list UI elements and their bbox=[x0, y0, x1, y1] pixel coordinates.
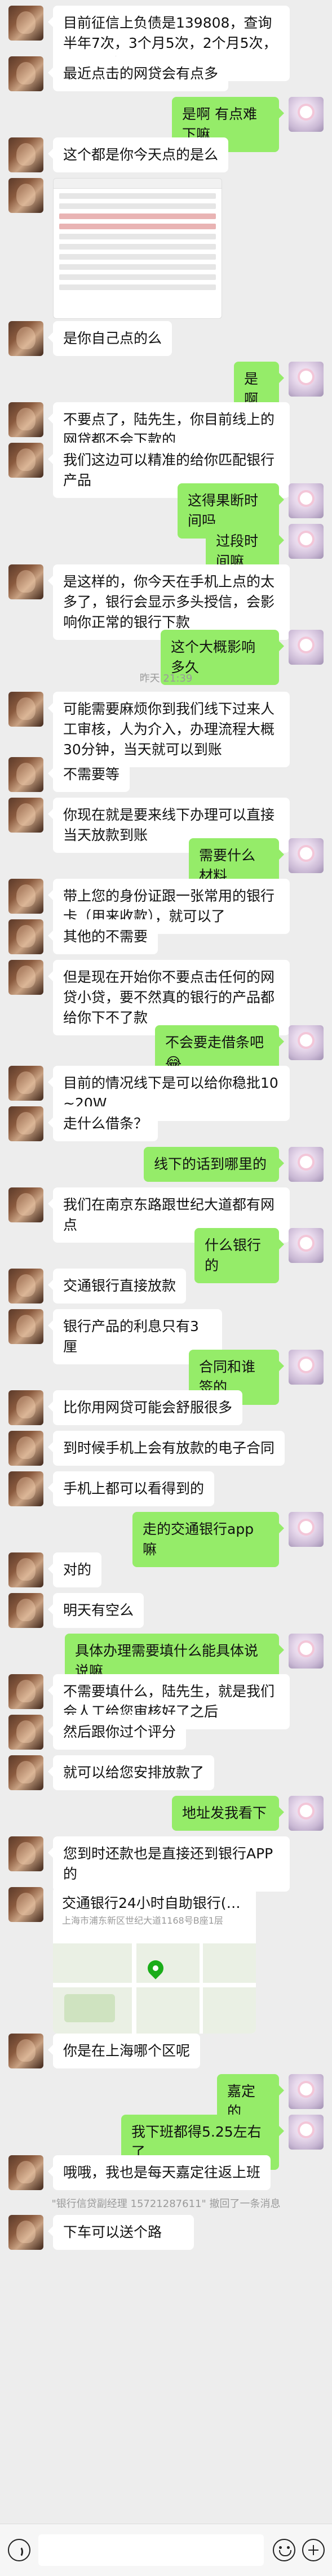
recall-notice: "银行信贷副经理 15721287611" 撤回了一条消息 bbox=[51, 2198, 281, 2210]
message-bubble[interactable]: 交通银行直接放款 bbox=[48, 1269, 186, 1303]
contact-avatar[interactable] bbox=[8, 1715, 43, 1750]
message-bubble[interactable]: 是你自己点的么 bbox=[48, 321, 172, 356]
my-avatar[interactable] bbox=[289, 483, 324, 518]
my-avatar[interactable] bbox=[289, 630, 324, 665]
message-bubble[interactable]: 什么银行的 bbox=[194, 1228, 284, 1283]
message-bubble[interactable]: 哦哦，我也是每天嘉定往返上班 bbox=[48, 2155, 271, 2190]
my-avatar[interactable] bbox=[289, 2074, 324, 2109]
my-avatar[interactable] bbox=[289, 362, 324, 397]
plus-icon[interactable] bbox=[302, 2539, 325, 2561]
timestamp: 昨天 21:39 bbox=[139, 673, 193, 684]
message-bubble[interactable]: 可能需要麻烦你到我们线下过来人工审核，人为介入，办理流程大概30分钟，当天就可以… bbox=[48, 692, 290, 767]
location-card[interactable]: 交通银行24小时自助银行(上... 上海市浦东新区世纪大道1168号B座1层 bbox=[53, 1887, 256, 2034]
message-bubble[interactable]: 这个都是你今天点的是么 bbox=[48, 137, 228, 172]
my-avatar[interactable] bbox=[289, 1634, 324, 1669]
message-bubble[interactable]: 就可以给您安排放款了 bbox=[48, 1755, 214, 1790]
location-map bbox=[53, 1943, 256, 2034]
contact-avatar[interactable] bbox=[8, 1755, 43, 1790]
map-pin-icon bbox=[144, 1957, 167, 1979]
contact-avatar[interactable] bbox=[8, 919, 43, 954]
message-bubble[interactable]: 其他的不需要 bbox=[48, 919, 158, 954]
my-avatar[interactable] bbox=[289, 1796, 324, 1831]
my-avatar[interactable] bbox=[289, 1025, 324, 1060]
location-address: 上海市浦东新区世纪大道1168号B座1层 bbox=[62, 1915, 223, 1926]
contact-avatar[interactable] bbox=[8, 1674, 43, 1709]
emoji-icon[interactable] bbox=[273, 2539, 295, 2561]
voice-icon[interactable] bbox=[8, 2539, 30, 2561]
contact-avatar[interactable] bbox=[8, 1309, 43, 1344]
contact-avatar[interactable] bbox=[8, 1836, 43, 1871]
contact-avatar[interactable] bbox=[8, 137, 43, 172]
contact-avatar[interactable] bbox=[8, 1431, 43, 1466]
message-bubble[interactable]: 是这样的，你今天在手机上点的太多了，银行会显示多头授信，会影响你正常的银行下款 bbox=[48, 564, 290, 640]
contact-avatar[interactable] bbox=[8, 2215, 43, 2250]
contact-avatar[interactable] bbox=[8, 960, 43, 995]
contact-avatar[interactable] bbox=[8, 692, 43, 727]
my-avatar[interactable] bbox=[289, 838, 324, 873]
contact-avatar[interactable] bbox=[8, 879, 43, 914]
location-title: 交通银行24小时自助银行(上... bbox=[62, 1895, 254, 1911]
contact-avatar[interactable] bbox=[8, 402, 43, 437]
contact-avatar[interactable] bbox=[8, 321, 43, 356]
message-bubble[interactable]: 对的 bbox=[48, 1552, 101, 1587]
my-avatar[interactable] bbox=[289, 1147, 324, 1182]
contact-avatar[interactable] bbox=[8, 6, 43, 41]
my-avatar[interactable] bbox=[289, 524, 324, 559]
contact-avatar[interactable] bbox=[8, 1066, 43, 1101]
contact-avatar[interactable] bbox=[8, 564, 43, 599]
message-bubble[interactable]: 但是现在开始你不要点击任何的网贷小贷，要不然真的银行的产品都给你下不了款 bbox=[48, 960, 290, 1035]
message-bubble[interactable]: 走什么借条？ bbox=[48, 1106, 158, 1141]
contact-avatar[interactable] bbox=[8, 798, 43, 833]
contact-avatar[interactable] bbox=[8, 1887, 43, 1922]
my-avatar[interactable] bbox=[289, 2115, 324, 2150]
my-avatar[interactable] bbox=[289, 1350, 324, 1385]
contact-avatar[interactable] bbox=[8, 1552, 43, 1587]
message-bubble[interactable]: 明天有空么 bbox=[48, 1593, 144, 1628]
contact-avatar[interactable] bbox=[8, 1390, 43, 1425]
contact-avatar[interactable] bbox=[8, 2155, 43, 2190]
contact-avatar[interactable] bbox=[8, 2034, 43, 2068]
chat-history[interactable]: 目前征信上负债是139808，查询半年7次，3个月5次，2个月5次，1个月5次最… bbox=[0, 0, 332, 2524]
contact-avatar[interactable] bbox=[8, 1269, 43, 1303]
my-avatar[interactable] bbox=[289, 1512, 324, 1547]
message-bubble[interactable]: 最近点击的网贷会有点多 bbox=[48, 56, 228, 91]
contact-avatar[interactable] bbox=[8, 1471, 43, 1506]
message-bubble[interactable]: 比你用网贷可能会舒服很多 bbox=[48, 1390, 242, 1425]
message-bubble[interactable]: 走的交通银行app 嘛 bbox=[132, 1512, 284, 1567]
contact-avatar[interactable] bbox=[8, 56, 43, 91]
contact-avatar[interactable] bbox=[8, 757, 43, 792]
contact-avatar[interactable] bbox=[8, 1187, 43, 1222]
message-bubble[interactable]: 下车可以送个路 bbox=[48, 2215, 194, 2250]
message-bubble[interactable]: 地址发我看下 bbox=[172, 1796, 284, 1831]
message-input[interactable] bbox=[38, 2534, 264, 2566]
message-bubble[interactable]: 不需要等 bbox=[48, 757, 130, 792]
message-bubble[interactable]: 然后跟你过个评分 bbox=[48, 1715, 186, 1750]
contact-avatar[interactable] bbox=[8, 1593, 43, 1628]
contact-avatar[interactable] bbox=[8, 443, 43, 478]
message-bubble[interactable]: 您到时还款也是直接还到银行APP的 bbox=[48, 1836, 290, 1892]
contact-avatar[interactable] bbox=[8, 178, 43, 213]
message-bubble[interactable]: 到时候手机上会有放款的电子合同 bbox=[48, 1431, 285, 1466]
message-bubble[interactable]: 线下的话到哪里的 bbox=[144, 1147, 284, 1182]
my-avatar[interactable] bbox=[289, 97, 324, 132]
my-avatar[interactable] bbox=[289, 1228, 324, 1263]
contact-avatar[interactable] bbox=[8, 1106, 43, 1141]
input-bar bbox=[0, 2524, 332, 2576]
image-message[interactable] bbox=[53, 178, 222, 319]
message-bubble[interactable]: 手机上都可以看得到的 bbox=[48, 1471, 214, 1506]
message-bubble[interactable]: 你是在上海哪个区呢 bbox=[48, 2034, 200, 2068]
